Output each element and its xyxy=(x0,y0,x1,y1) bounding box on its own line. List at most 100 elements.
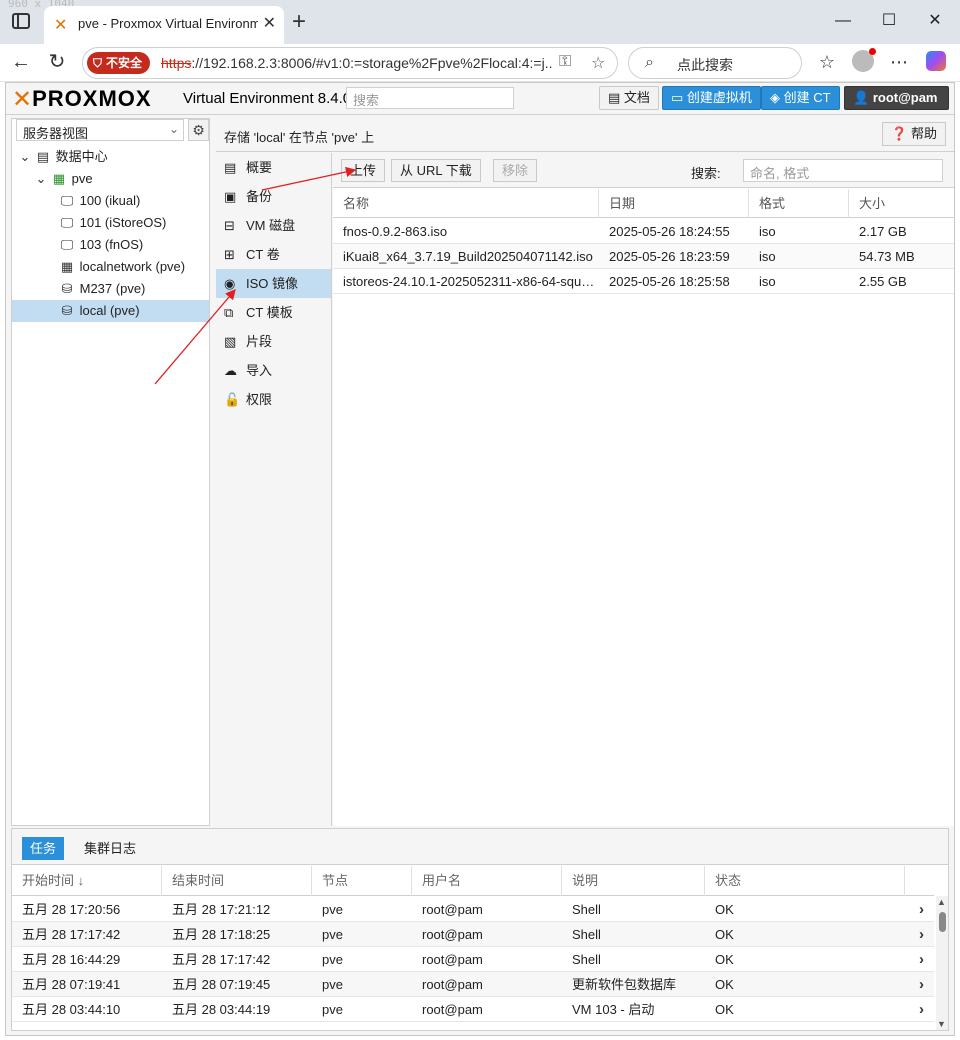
nav-iso-images[interactable]: ◉ ISO 镜像 xyxy=(216,269,331,298)
scroll-up-icon[interactable]: ▲ xyxy=(937,897,946,907)
table-row[interactable]: iKuai8_x64_3.7.19_Build202504071142.iso … xyxy=(333,244,954,269)
proxmox-favicon-icon: ✕ xyxy=(54,17,68,34)
iso-date: 2025-05-26 18:25:58 xyxy=(609,274,730,289)
reload-icon[interactable]: ↻ xyxy=(44,50,70,74)
table-row[interactable]: 五月 28 16:44:29 五月 28 17:17:42 pve root@p… xyxy=(12,947,934,972)
proxmox-logo[interactable]: ✕ PROXMOX xyxy=(12,85,152,113)
gear-icon[interactable]: ⚙ xyxy=(188,119,209,141)
tree-item-vm-100[interactable]: 🖵 100 (ikual) xyxy=(12,190,209,212)
browser-search-box[interactable]: ⌕ 点此搜索 xyxy=(628,47,802,79)
column-header-format[interactable]: 格式 xyxy=(749,189,849,218)
table-row[interactable]: istoreos-24.10.1-2025052311-x86-64-squas… xyxy=(333,269,954,294)
column-header-name[interactable]: 名称 xyxy=(333,189,599,218)
remove-button[interactable]: 移除 xyxy=(493,159,538,182)
insecure-badge[interactable]: ⛉ 不安全 xyxy=(87,52,151,74)
url-text[interactable]: https://192.168.2.3:8006/#v1:0:=storage%… xyxy=(161,55,553,71)
scrollbar-thumb[interactable] xyxy=(939,912,946,932)
nav-label: 导入 xyxy=(246,363,273,378)
download-url-button[interactable]: 从 URL 下载 xyxy=(391,159,481,182)
chevron-right-icon[interactable]: › xyxy=(919,922,924,947)
minimize-icon[interactable]: — xyxy=(828,8,858,34)
tree-item-vm-101[interactable]: 🖵 101 (iStoreOS) xyxy=(12,212,209,234)
nav-summary[interactable]: ▤ 概要 xyxy=(216,153,331,182)
nav-label: 权限 xyxy=(246,392,273,407)
browser-tab[interactable]: ✕ pve - Proxmox Virtual Environment ✕ xyxy=(44,6,284,44)
book-icon: ▤ xyxy=(224,160,237,175)
column-header-user[interactable]: 用户名 xyxy=(412,866,562,896)
task-table-header: 开始时间 ↓ 结束时间 节点 用户名 说明 状态 xyxy=(12,866,934,896)
nav-backup[interactable]: ▣ 备份 xyxy=(216,182,331,211)
table-row[interactable]: fnos-0.9.2-863.iso 2025-05-26 18:24:55 i… xyxy=(333,219,954,244)
tab-close-icon[interactable]: ✕ xyxy=(263,13,276,33)
nav-snippets[interactable]: ▧ 片段 xyxy=(216,327,331,356)
create-vm-button[interactable]: ▭ 创建虚拟机 xyxy=(662,86,761,110)
tree-item-label: local (pve) xyxy=(79,303,140,318)
tree-item-label: 100 (ikual) xyxy=(79,193,141,208)
tab-cluster-log[interactable]: 集群日志 xyxy=(76,837,144,860)
tab-actions-icon[interactable] xyxy=(12,13,30,29)
nav-permissions[interactable]: 🔓 权限 xyxy=(216,385,331,414)
column-header-size[interactable]: 大小 xyxy=(849,189,954,218)
user-menu-button[interactable]: 👤 root@pam⌄ xyxy=(844,86,949,127)
chevron-right-icon[interactable]: › xyxy=(919,897,924,922)
chevron-right-icon[interactable]: › xyxy=(919,997,924,1022)
more-menu-icon[interactable]: ⋯ xyxy=(886,52,912,73)
task-start: 五月 28 16:44:29 xyxy=(22,952,121,967)
create-ct-label: 创建 CT xyxy=(783,90,831,105)
column-header-status[interactable]: 状态 xyxy=(705,866,905,896)
scroll-down-icon[interactable]: ▼ xyxy=(937,1019,946,1029)
copilot-icon[interactable] xyxy=(926,51,946,71)
tree-item-vm-103[interactable]: 🖵 103 (fnOS) xyxy=(12,234,209,256)
url-scheme: https xyxy=(161,55,192,71)
help-button[interactable]: ❓ 帮助 xyxy=(882,122,946,146)
tree-item-localnetwork[interactable]: ▦ localnetwork (pve) xyxy=(12,256,209,278)
iso-search-input[interactable]: 命名, 格式 xyxy=(743,159,943,182)
create-ct-button[interactable]: ◈ 创建 CT xyxy=(761,86,840,110)
nav-ct-volumes[interactable]: ⊞ CT 卷 xyxy=(216,240,331,269)
tree-item-local[interactable]: ⛁ local (pve) xyxy=(12,300,209,322)
nav-label: 概要 xyxy=(246,160,273,175)
table-row[interactable]: 五月 28 17:20:56 五月 28 17:21:12 pve root@p… xyxy=(12,897,934,922)
table-row[interactable]: 五月 28 17:17:42 五月 28 17:18:25 pve root@p… xyxy=(12,922,934,947)
favorites-icon[interactable]: ☆ xyxy=(814,52,840,73)
profile-avatar[interactable] xyxy=(852,48,876,72)
docs-button[interactable]: ▤ 文档 xyxy=(599,86,659,110)
collapse-arrow-icon[interactable]: ⌄ xyxy=(16,146,34,168)
nav-vm-disks[interactable]: ⊟ VM 磁盘 xyxy=(216,211,331,240)
address-bar[interactable]: ⛉ 不安全 https://192.168.2.3:8006/#v1:0:=sto… xyxy=(82,47,618,79)
nav-import[interactable]: ☁ 导入 xyxy=(216,356,331,385)
close-window-icon[interactable]: ✕ xyxy=(920,8,950,34)
iso-table-header: 名称 日期 格式 大小 xyxy=(333,189,954,218)
pve-search-input[interactable]: 搜索 xyxy=(346,87,514,109)
create-vm-label: 创建虚拟机 xyxy=(686,90,752,105)
view-select[interactable]: 服务器视图 ⌄ xyxy=(16,119,184,141)
column-header-desc[interactable]: 说明 xyxy=(562,866,705,896)
key-icon[interactable]: ⚿ xyxy=(559,53,571,71)
column-header-end[interactable]: 结束时间 xyxy=(162,866,312,896)
chevron-down-icon: ⌄ xyxy=(168,122,179,136)
nav-label: CT 卷 xyxy=(246,247,280,262)
maximize-icon[interactable]: ☐ xyxy=(874,8,904,34)
iso-size: 54.73 MB xyxy=(859,249,915,264)
nav-ct-templates[interactable]: ⧉ CT 模板 xyxy=(216,298,331,327)
tree-item-pve[interactable]: ⌄ ▦ pve xyxy=(12,168,209,190)
task-user: root@pam xyxy=(422,1002,483,1017)
template-icon: ⧉ xyxy=(224,305,234,320)
tree-item-m237[interactable]: ⛁ M237 (pve) xyxy=(12,278,209,300)
chevron-right-icon[interactable]: › xyxy=(919,947,924,972)
table-row[interactable]: 五月 28 03:44:10 五月 28 03:44:19 pve root@p… xyxy=(12,997,934,1022)
table-row[interactable]: 五月 28 07:19:41 五月 28 07:19:45 pve root@p… xyxy=(12,972,934,997)
column-header-date[interactable]: 日期 xyxy=(599,189,749,218)
upload-button[interactable]: 上传 xyxy=(341,159,386,182)
tab-tasks[interactable]: 任务 xyxy=(22,837,65,860)
help-label: 帮助 xyxy=(910,126,937,141)
back-icon[interactable]: ← xyxy=(8,50,34,74)
column-header-node[interactable]: 节点 xyxy=(312,866,412,896)
task-scrollbar[interactable]: ▲ ▼ xyxy=(936,896,948,1030)
collapse-arrow-icon[interactable]: ⌄ xyxy=(32,168,50,190)
new-tab-icon[interactable]: + xyxy=(292,8,306,36)
tree-item-datacenter[interactable]: ⌄ ▤ 数据中心 xyxy=(12,146,209,168)
chevron-right-icon[interactable]: › xyxy=(919,972,924,997)
favorite-star-icon[interactable]: ☆ xyxy=(591,53,605,73)
column-header-start[interactable]: 开始时间 ↓ xyxy=(12,866,162,896)
